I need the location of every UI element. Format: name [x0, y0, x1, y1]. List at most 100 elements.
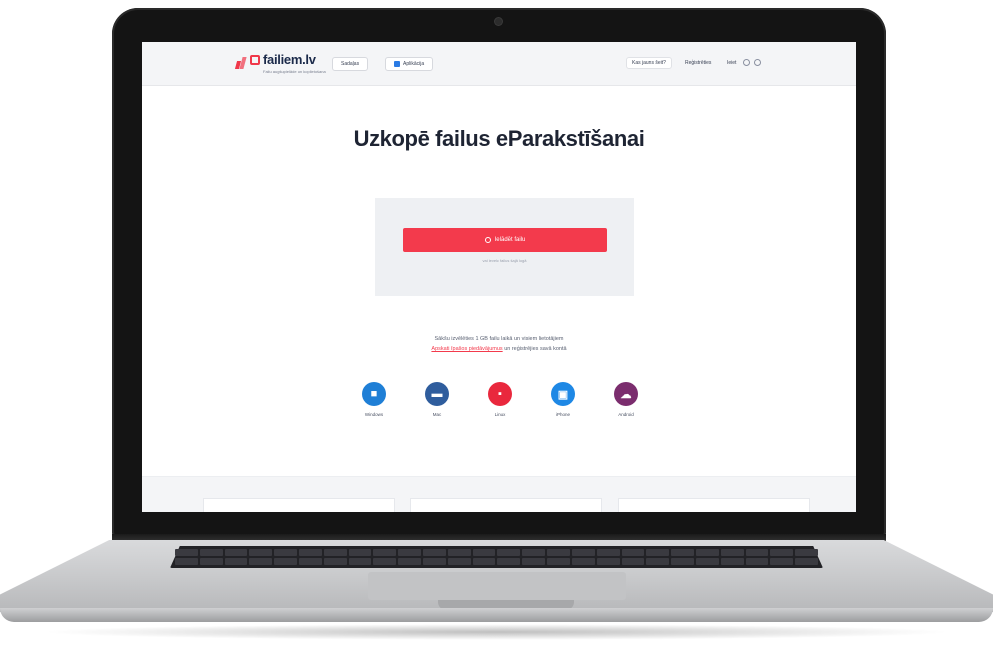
- keyboard-key: [249, 558, 273, 565]
- app-list: ■ Windows ▬ Mac ▪ Linux ▣ iPhone ☁ Andro…: [142, 382, 856, 442]
- keyboard-key: [472, 549, 496, 556]
- login-link[interactable]: Ieiet: [727, 60, 736, 66]
- keyboard-key: [497, 558, 521, 565]
- logo-mark-icon: [234, 57, 247, 69]
- upload-panel[interactable]: Ielādēt failu vai ievelc failus šajā log…: [375, 198, 634, 296]
- laptop-front-edge: [0, 608, 993, 622]
- keyboard-key: [795, 558, 818, 565]
- keyboard-key: [745, 549, 769, 556]
- upload-button[interactable]: Ielādēt failu: [403, 228, 607, 252]
- keyboard-key: [348, 558, 372, 565]
- language-icon[interactable]: [754, 59, 761, 66]
- app-mac[interactable]: ▬ Mac: [417, 382, 457, 417]
- phone-icon: ▣: [551, 382, 575, 406]
- folder-icon: ▪: [488, 382, 512, 406]
- keyboard-key: [274, 549, 298, 556]
- feature-card: [410, 498, 602, 512]
- laptop-screen: failiem.lv Failu augšupielāde un kopliet…: [142, 42, 856, 512]
- info-suffix: un reģistrējies savā kontā: [504, 346, 567, 352]
- keyboard-key: [621, 558, 645, 565]
- nav-app-button[interactable]: Aplikācija: [385, 57, 434, 71]
- info-text: Sākšu izvēlēties 1 GB failu laikā un vis…: [342, 334, 656, 354]
- logo-text[interactable]: failiem.lv: [263, 52, 316, 67]
- keyboard-key: [571, 558, 595, 565]
- keyboard-key: [398, 558, 422, 565]
- keyboard-key: [522, 558, 546, 565]
- keyboard-key: [175, 558, 198, 565]
- app-label: Mac: [432, 412, 442, 417]
- keyboard-key: [695, 558, 719, 565]
- help-icon[interactable]: [743, 59, 750, 66]
- keyboard-key: [472, 558, 496, 565]
- keyboard-key: [596, 549, 620, 556]
- keyboard-key: [249, 549, 273, 556]
- feature-card: [203, 498, 395, 512]
- camera-icon: [495, 18, 502, 25]
- keyboard-key: [224, 558, 248, 565]
- app-iphone[interactable]: ▣ iPhone: [543, 382, 583, 417]
- laptop-shadow: [40, 624, 953, 640]
- monitor-icon: ▬: [425, 382, 449, 406]
- keyboard-key: [199, 549, 223, 556]
- keyboard-key: [770, 558, 794, 565]
- app-label: Windows: [364, 412, 384, 417]
- keyboard-key: [596, 558, 620, 565]
- keyboard-key: [720, 549, 744, 556]
- keyboard-key: [423, 549, 446, 556]
- keyboard-key: [497, 549, 521, 556]
- keyboard-key: [323, 549, 347, 556]
- cloud-icon: ☁: [614, 382, 638, 406]
- app-label: iPhone: [555, 412, 570, 417]
- app-android[interactable]: ☁ Android: [606, 382, 646, 417]
- keyboard-key: [522, 549, 546, 556]
- info-prefix: Sākšu izvēlēties 1 GB failu laikā un vis…: [434, 336, 564, 342]
- keyboard-key: [199, 558, 223, 565]
- keyboard-key: [646, 549, 670, 556]
- app-label: Android: [618, 412, 634, 417]
- keyboard-key: [224, 549, 248, 556]
- keyboard-key: [571, 549, 595, 556]
- upload-icon: [484, 237, 491, 243]
- device-icon: ■: [362, 382, 386, 406]
- keyboard-key: [423, 558, 446, 565]
- keyboard-key: [373, 558, 397, 565]
- laptop-mockup: failiem.lv Failu augšupielāde un kopliet…: [0, 0, 993, 662]
- keyboard-key: [547, 558, 570, 565]
- laptop-lid: failiem.lv Failu augšupielāde un kopliet…: [112, 8, 886, 538]
- app-icon: [394, 61, 400, 67]
- page-title: Uzkopē failus eParakstīšanai: [353, 126, 645, 151]
- upload-hint: vai ievelc failus šajā logā: [482, 258, 527, 263]
- feature-card: [618, 498, 810, 512]
- keyboard-key: [274, 558, 298, 565]
- keyboard-key: [621, 549, 645, 556]
- keyboard-key: [770, 549, 794, 556]
- keyboard-key: [671, 558, 694, 565]
- app-windows[interactable]: ■ Windows: [354, 382, 394, 417]
- site-header: failiem.lv Failu augšupielāde un kopliet…: [142, 42, 856, 86]
- register-link[interactable]: Reģistrēties: [685, 60, 711, 66]
- keyboard-key: [720, 558, 744, 565]
- keyboard-key: [795, 549, 818, 556]
- keyboard-key: [348, 549, 372, 556]
- keyboard-key: [695, 549, 719, 556]
- keyboard-key: [745, 558, 769, 565]
- offers-link[interactable]: Apskati īpašos piedāvājumus: [431, 346, 502, 352]
- logo-tagline: Failu augšupielāde un koplietošana: [263, 69, 326, 74]
- keyboard-keys: [175, 549, 818, 565]
- keyboard-key: [175, 549, 198, 556]
- app-linux[interactable]: ▪ Linux: [480, 382, 520, 428]
- nav-app-label: Aplikācija: [403, 61, 425, 67]
- keyboard-key: [447, 558, 471, 565]
- keyboard-key: [547, 549, 570, 556]
- app-label: Linux: [494, 412, 506, 417]
- keyboard-key: [646, 558, 670, 565]
- keyboard-key: [299, 549, 322, 556]
- keyboard-key: [323, 558, 347, 565]
- nav-sections-button[interactable]: Sadaļas: [332, 57, 369, 71]
- keyboard-key: [299, 558, 322, 565]
- keyboard-key: [398, 549, 422, 556]
- trackpad: [368, 572, 626, 600]
- keyboard-key: [447, 549, 471, 556]
- upload-button-label: Ielādēt failu: [494, 237, 526, 243]
- whats-new-link[interactable]: Kas jauns šeit?: [626, 57, 672, 69]
